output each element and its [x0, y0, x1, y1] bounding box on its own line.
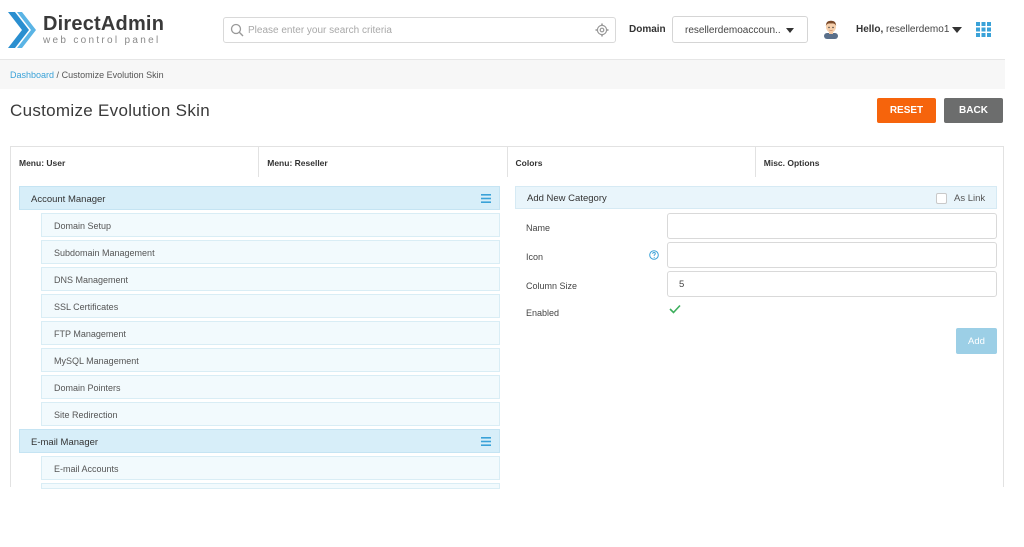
directadmin-logo-icon: [8, 12, 36, 48]
back-button[interactable]: BACK: [944, 98, 1003, 123]
icon-field[interactable]: [667, 242, 997, 268]
menu-item-label: Subdomain Management: [54, 248, 155, 258]
menu-group-label: E-mail Manager: [31, 437, 99, 448]
menu-item-label: SSL Certificates: [54, 302, 119, 312]
domain-select[interactable]: resellerdemoaccoun...: [672, 16, 808, 43]
username: resellerdemo1: [886, 24, 950, 35]
menu-item-domain-setup[interactable]: Domain Setup: [41, 213, 500, 237]
search-box: [223, 17, 616, 43]
logo-title: DirectAdmin: [43, 12, 165, 35]
gear-icon[interactable]: [595, 23, 609, 37]
domain-label: Domain: [629, 24, 666, 35]
greeting-text: Hello,: [856, 24, 884, 35]
tab-colors[interactable]: Colors: [506, 147, 755, 177]
help-icon[interactable]: [649, 250, 659, 260]
menu-item-label: Site Redirection: [54, 410, 118, 420]
add-button[interactable]: Add: [956, 328, 997, 354]
as-link-checkbox[interactable]: [936, 193, 947, 204]
menu-item-dns-management[interactable]: DNS Management: [41, 267, 500, 291]
top-bar: DirectAdmin web control panel Domain res…: [0, 0, 1005, 60]
drag-handle-icon[interactable]: [481, 437, 491, 446]
as-link-label: As Link: [954, 193, 986, 204]
menu-item-label: E-mail Accounts: [54, 464, 119, 474]
breadcrumb: Dashboard / Customize Evolution Skin: [10, 70, 164, 80]
menu-item-domain-pointers[interactable]: Domain Pointers: [41, 375, 500, 399]
name-field[interactable]: [667, 213, 997, 239]
column-size-label: Column Size: [526, 281, 578, 291]
breadcrumb-dashboard-link[interactable]: Dashboard: [10, 70, 54, 80]
menu-item-ssl-certificates[interactable]: SSL Certificates: [41, 294, 500, 318]
column-size-field[interactable]: 5: [667, 271, 997, 297]
menu-group-account-manager[interactable]: Account Manager: [19, 186, 500, 210]
settings-panel: Menu: User Menu: Reseller Colors Misc. O…: [10, 146, 1004, 489]
chevron-down-icon: [786, 28, 794, 33]
breadcrumb-current: Customize Evolution Skin: [61, 70, 164, 80]
drag-handle-icon[interactable]: [481, 194, 491, 203]
search-input[interactable]: [248, 20, 588, 40]
menu-item-label: MySQL Management: [54, 356, 139, 366]
search-icon: [230, 23, 244, 37]
menu-item-label: DNS Management: [54, 275, 129, 285]
column-size-value: 5: [679, 279, 685, 290]
icon-label: Icon: [526, 252, 544, 262]
menu-item-label: Domain Pointers: [54, 383, 121, 393]
menu-item-subdomain-management[interactable]: Subdomain Management: [41, 240, 500, 264]
menu-item-email-accounts[interactable]: E-mail Accounts: [41, 456, 500, 480]
avatar-icon[interactable]: [822, 19, 840, 39]
menu-item-site-redirection[interactable]: Site Redirection: [41, 402, 500, 426]
menu-item-partial[interactable]: [41, 483, 500, 489]
tab-bar: Menu: User Menu: Reseller Colors Misc. O…: [11, 147, 1003, 177]
menu-item-ftp-management[interactable]: FTP Management: [41, 321, 500, 345]
apps-grid-icon[interactable]: [976, 22, 991, 37]
add-category-header: Add New Category As Link: [515, 186, 997, 209]
add-category-title: Add New Category: [527, 193, 607, 204]
user-menu-chevron-icon[interactable]: [952, 27, 962, 33]
logo[interactable]: DirectAdmin web control panel: [8, 12, 164, 48]
menu-item-label: FTP Management: [54, 329, 126, 339]
menu-group-email-manager[interactable]: E-mail Manager: [19, 429, 500, 453]
breadcrumb-separator: /: [56, 70, 60, 80]
menu-item-label: Domain Setup: [54, 221, 112, 231]
menu-item-mysql-management[interactable]: MySQL Management: [41, 348, 500, 372]
reset-button[interactable]: RESET: [877, 98, 936, 123]
menu-group-label: Account Manager: [31, 194, 106, 205]
menu-tree: Account Manager Domain Setup Subdomain M…: [19, 186, 500, 489]
enabled-label: Enabled: [526, 308, 560, 318]
domain-select-value: resellerdemoaccoun...: [685, 25, 781, 36]
user-greeting[interactable]: Hello, resellerdemo1: [856, 24, 949, 35]
tab-menu-user[interactable]: Menu: User: [11, 147, 259, 177]
app-root: DirectAdmin web control panel Domain res…: [0, 0, 1024, 547]
logo-subtitle: web control panel: [43, 34, 161, 46]
breadcrumb-bar: Dashboard / Customize Evolution Skin: [0, 60, 1005, 89]
page-title: Customize Evolution Skin: [10, 101, 210, 120]
enabled-check-icon[interactable]: [669, 304, 681, 314]
add-category-form: Add New Category As Link Name Icon Colum…: [515, 186, 997, 354]
name-label: Name: [526, 223, 551, 233]
logo-text: DirectAdmin web control panel: [43, 14, 164, 47]
tab-misc-options[interactable]: Misc. Options: [754, 147, 1003, 177]
tab-menu-reseller[interactable]: Menu: Reseller: [258, 147, 507, 177]
